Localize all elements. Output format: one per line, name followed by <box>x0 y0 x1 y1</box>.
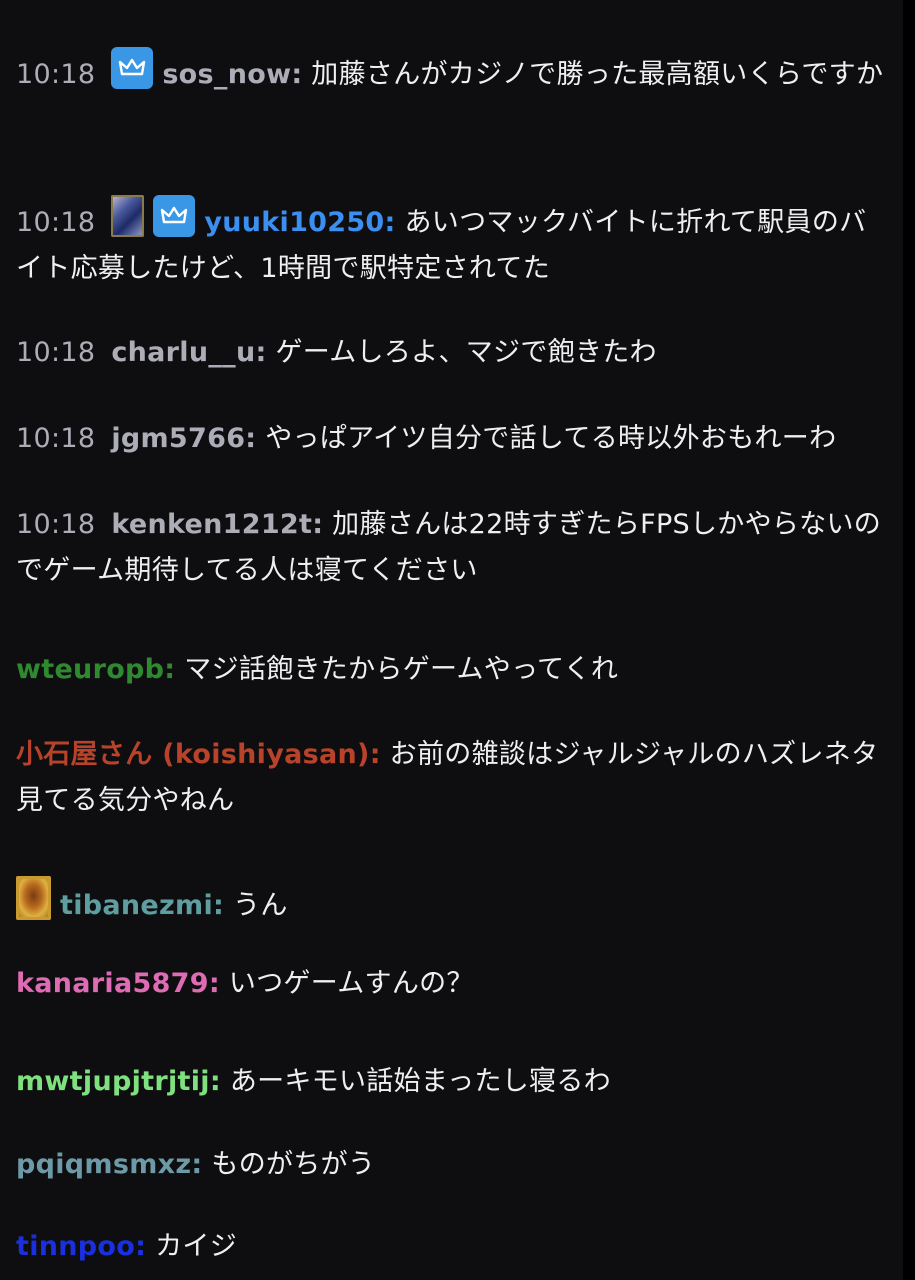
username[interactable]: mwtjupjtrjtij: <box>16 1066 221 1097</box>
username[interactable]: kenken1212t: <box>111 509 323 540</box>
chat-message: tinnpoo: カイジ <box>16 1224 886 1270</box>
chat-message: 10:18 jgm5766: やっぱアイツ自分で話してる時以外おもれーわ <box>16 416 886 462</box>
username[interactable]: pqiqmsmxz: <box>16 1149 203 1180</box>
timestamp: 10:18 <box>16 423 96 454</box>
message-text: うん <box>224 890 288 921</box>
chat-message: 小石屋さん (koishiyasan): お前の雑談はジャルジャルのハズレネタ見… <box>16 732 886 824</box>
message-text: いつゲームすんの？ <box>219 968 474 999</box>
username[interactable]: kanaria5879: <box>16 968 220 999</box>
message-text: あーキモい話始まったし寝るわ <box>220 1066 611 1097</box>
chat-message: tibanezmi: うん <box>16 876 886 929</box>
username[interactable]: tinnpoo: <box>16 1231 146 1262</box>
timestamp: 10:18 <box>16 207 96 238</box>
chat-message: kanaria5879: いつゲームすんの？ <box>16 961 886 1007</box>
chat-message: 10:18 sos_now: 加藤さんがカジノで勝った最高額いくらですか <box>16 47 886 98</box>
chat-message: 10:18 charlu__u: ゲームしろよ、マジで飽きたわ <box>16 330 886 376</box>
username[interactable]: wteuropb: <box>16 654 175 685</box>
message-text: 加藤さんがカジノで勝った最高額いくらですか <box>302 59 884 90</box>
username[interactable]: tibanezmi: <box>60 890 224 921</box>
message-text: カイジ <box>146 1231 238 1262</box>
gold-badge-icon[interactable] <box>16 876 51 920</box>
message-text: ものがちがう <box>202 1149 376 1180</box>
message-text: やっぱアイツ自分で話してる時以外おもれーわ <box>256 423 837 454</box>
timestamp: 10:18 <box>16 59 96 90</box>
subscriber-badge-icon[interactable] <box>111 195 145 237</box>
username[interactable]: yuuki10250: <box>204 207 395 238</box>
username[interactable]: charlu__u: <box>111 337 266 368</box>
window-edge <box>903 0 915 1280</box>
timestamp: 10:18 <box>16 509 96 540</box>
timestamp: 10:18 <box>16 337 96 368</box>
chat-panel: 10:18 sos_now: 加藤さんがカジノで勝った最高額いくらですか 10:1… <box>0 0 903 1280</box>
username[interactable]: 小石屋さん (koishiyasan): <box>16 739 381 770</box>
crown-icon[interactable] <box>153 195 196 237</box>
message-text: マジ話飽きたからゲームやってくれ <box>175 654 619 685</box>
username[interactable]: sos_now: <box>162 59 302 90</box>
username[interactable]: jgm5766: <box>111 423 256 454</box>
crown-icon[interactable] <box>111 47 154 89</box>
chat-message: wteuropb: マジ話飽きたからゲームやってくれ <box>16 647 886 693</box>
message-text: ゲームしろよ、マジで飽きたわ <box>266 337 657 368</box>
chat-message: 10:18 yuuki10250: あいつマックバイトに折れて駅員のバイト応募した… <box>16 195 886 292</box>
chat-message: mwtjupjtrjtij: あーキモい話始まったし寝るわ <box>16 1059 886 1105</box>
chat-message: 10:18 kenken1212t: 加藤さんは22時すぎたらFPSしかやらないの… <box>16 502 886 594</box>
chat-message: pqiqmsmxz: ものがちがう <box>16 1142 886 1188</box>
